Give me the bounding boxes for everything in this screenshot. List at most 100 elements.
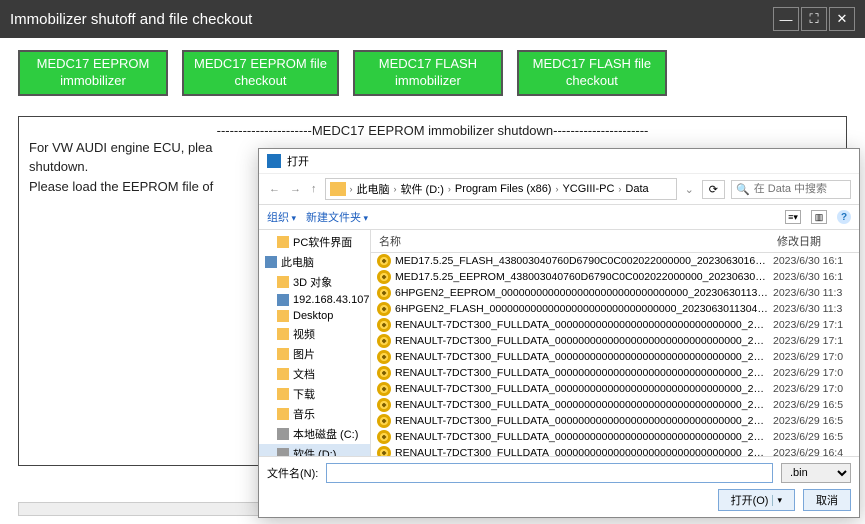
file-date: 2023/6/29 17:0 [773, 351, 859, 363]
content-heading: ----------------------MEDC17 EEPROM immo… [29, 123, 836, 138]
file-row[interactable]: RENAULT-7DCT300_FULLDATA_000000000000000… [371, 445, 859, 456]
window-controls: — ⛶ ✕ [773, 7, 855, 31]
window-title: Immobilizer shutoff and file checkout [10, 11, 773, 28]
crumb[interactable]: YCGIII-PC [562, 183, 614, 195]
file-date: 2023/6/29 16:5 [773, 415, 859, 427]
folder-icon [277, 328, 289, 340]
file-row[interactable]: 6HPGEN2_FLASH_00000000000000000000000000… [371, 301, 859, 317]
crumb-dropdown-icon[interactable]: ⌄ [683, 183, 696, 196]
pc-icon [265, 256, 277, 268]
nav-back-icon[interactable]: ← [267, 183, 282, 195]
organize-menu[interactable]: 组织 [267, 209, 296, 225]
file-type-filter[interactable]: .bin [781, 463, 851, 483]
file-name: RENAULT-7DCT300_FULLDATA_000000000000000… [395, 351, 773, 363]
col-name-header[interactable]: 名称 [371, 230, 773, 252]
search-icon: 🔍 [736, 183, 750, 196]
file-row[interactable]: RENAULT-7DCT300_FULLDATA_000000000000000… [371, 429, 859, 445]
search-input[interactable] [754, 183, 846, 195]
minimize-button[interactable]: — [773, 7, 799, 31]
filename-input[interactable] [326, 463, 773, 483]
crumb[interactable]: 此电脑 [357, 181, 390, 197]
bin-file-icon [377, 270, 391, 284]
folder-icon [277, 276, 289, 288]
file-row[interactable]: MED17.5.25_FLASH_438003040760D6790C0C002… [371, 253, 859, 269]
file-row[interactable]: RENAULT-7DCT300_FULLDATA_000000000000000… [371, 349, 859, 365]
dialog-titlebar: 打开 [259, 149, 859, 174]
crumb[interactable]: 软件 (D:) [401, 181, 444, 197]
tree-item[interactable]: 音乐 [259, 404, 370, 424]
tree-item[interactable]: Desktop [259, 308, 370, 324]
view-mode-icon[interactable]: ≡▾ [785, 210, 801, 224]
folder-icon [277, 408, 289, 420]
nav-forward-icon[interactable]: → [288, 183, 303, 195]
maximize-button[interactable]: ⛶ [801, 7, 827, 31]
file-name: RENAULT-7DCT300_FULLDATA_000000000000000… [395, 447, 773, 456]
tree-item[interactable]: 软件 (D:) [259, 444, 370, 456]
window-titlebar: Immobilizer shutoff and file checkout — … [0, 0, 865, 38]
tab-eeprom-immobilizer[interactable]: MEDC17 EEPROM immobilizer [18, 50, 168, 96]
file-row[interactable]: RENAULT-7DCT300_FULLDATA_000000000000000… [371, 397, 859, 413]
folder-icon [330, 182, 346, 196]
tree-item-label: 软件 (D:) [293, 446, 336, 456]
list-header: 名称 修改日期 [371, 230, 859, 253]
file-name: MED17.5.25_FLASH_438003040760D6790C0C002… [395, 255, 773, 267]
file-row[interactable]: RENAULT-7DCT300_FULLDATA_000000000000000… [371, 381, 859, 397]
file-name: RENAULT-7DCT300_FULLDATA_000000000000000… [395, 335, 773, 347]
help-icon[interactable]: ? [837, 210, 851, 224]
col-date-header[interactable]: 修改日期 [773, 230, 859, 252]
tree-item-label: Desktop [293, 310, 333, 322]
tab-flash-immobilizer[interactable]: MEDC17 FLASH immobilizer [353, 50, 503, 96]
tree-item-label: 此电脑 [281, 254, 314, 270]
file-date: 2023/6/29 17:1 [773, 319, 859, 331]
crumb[interactable]: Data [625, 183, 648, 195]
dialog-app-icon [267, 154, 281, 168]
tree-item[interactable]: 视频 [259, 324, 370, 344]
tree-item[interactable]: 本地磁盘 (C:) [259, 424, 370, 444]
breadcrumb-bar[interactable]: › 此电脑› 软件 (D:)› Program Files (x86)› YCG… [325, 178, 677, 200]
close-button[interactable]: ✕ [829, 7, 855, 31]
tree-item[interactable]: 3D 对象 [259, 272, 370, 292]
bin-file-icon [377, 382, 391, 396]
bin-file-icon [377, 254, 391, 268]
folder-icon [277, 368, 289, 380]
file-name: 6HPGEN2_EEPROM_0000000000000000000000000… [395, 287, 773, 299]
tree-item[interactable]: 192.168.43.107 [259, 292, 370, 308]
file-row[interactable]: RENAULT-7DCT300_FULLDATA_000000000000000… [371, 365, 859, 381]
search-box[interactable]: 🔍 [731, 180, 851, 199]
file-date: 2023/6/30 16:1 [773, 271, 859, 283]
tree-item[interactable]: 文档 [259, 364, 370, 384]
folder-tree[interactable]: PC软件界面此电脑 3D 对象192.168.43.107 Desktop 视频图片文… [259, 230, 371, 456]
nav-up-icon[interactable]: ↑ [309, 183, 319, 195]
cancel-button[interactable]: 取消 [803, 489, 851, 511]
open-button[interactable]: 打开(O) [718, 489, 795, 511]
bin-file-icon [377, 318, 391, 332]
file-row[interactable]: RENAULT-7DCT300_FULLDATA_000000000000000… [371, 317, 859, 333]
file-date: 2023/6/30 11:3 [773, 287, 859, 299]
bin-file-icon [377, 334, 391, 348]
tree-item[interactable]: PC软件界面 [259, 232, 370, 252]
tree-item[interactable]: 下载 [259, 384, 370, 404]
bin-file-icon [377, 366, 391, 380]
refresh-button[interactable]: ⟳ [702, 180, 725, 199]
tab-eeprom-file-checkout[interactable]: MEDC17 EEPROM file checkout [182, 50, 339, 96]
bin-file-icon [377, 446, 391, 456]
file-row[interactable]: 6HPGEN2_EEPROM_0000000000000000000000000… [371, 285, 859, 301]
tab-flash-file-checkout[interactable]: MEDC17 FLASH file checkout [517, 50, 667, 96]
file-name: RENAULT-7DCT300_FULLDATA_000000000000000… [395, 319, 773, 331]
file-row[interactable]: RENAULT-7DCT300_FULLDATA_000000000000000… [371, 413, 859, 429]
tree-item[interactable]: 图片 [259, 344, 370, 364]
file-row[interactable]: MED17.5.25_EEPROM_438003040760D6790C0C00… [371, 269, 859, 285]
file-list-body[interactable]: MED17.5.25_FLASH_438003040760D6790C0C002… [371, 253, 859, 456]
preview-pane-icon[interactable]: ▥ [811, 210, 827, 224]
new-folder-button[interactable]: 新建文件夹 [306, 209, 368, 225]
tree-item-label: 文档 [293, 366, 315, 382]
file-open-dialog: 打开 ← → ↑ › 此电脑› 软件 (D:)› Program Files (… [258, 148, 860, 518]
bin-file-icon [377, 350, 391, 364]
file-row[interactable]: RENAULT-7DCT300_FULLDATA_000000000000000… [371, 333, 859, 349]
tree-item[interactable]: 此电脑 [259, 252, 370, 272]
file-date: 2023/6/29 16:4 [773, 447, 859, 456]
crumb[interactable]: Program Files (x86) [455, 183, 552, 195]
tab-row: MEDC17 EEPROM immobilizer MEDC17 EEPROM … [0, 38, 865, 108]
file-date: 2023/6/30 11:3 [773, 303, 859, 315]
folder-icon [277, 348, 289, 360]
